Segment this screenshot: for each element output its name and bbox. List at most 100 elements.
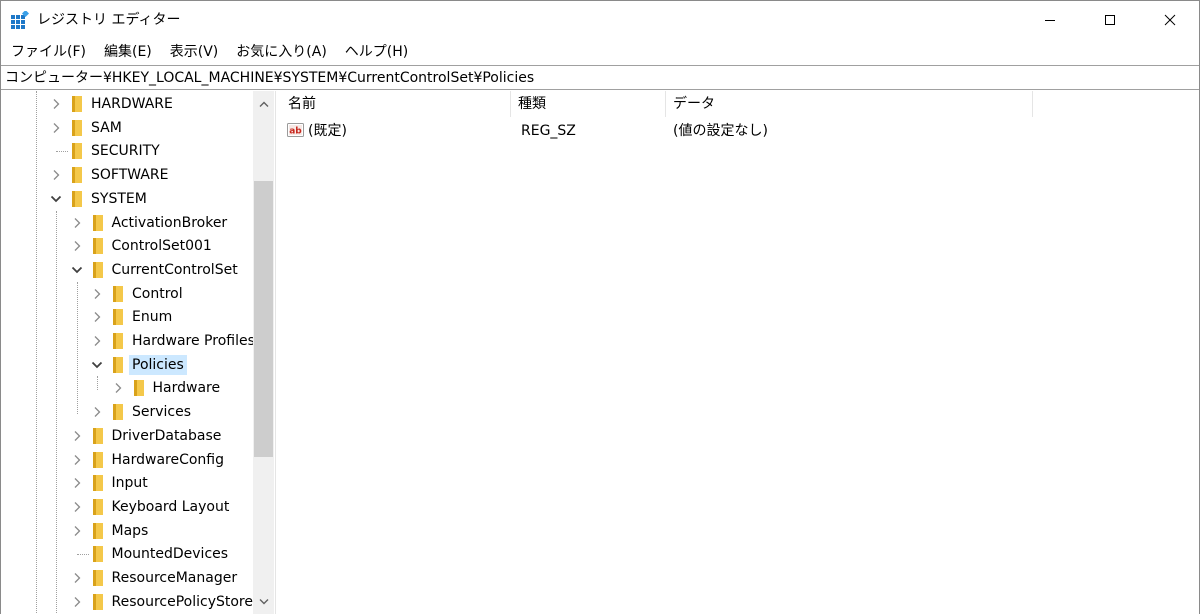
tree-item[interactable]: ActivationBroker (1, 211, 253, 235)
column-header-type[interactable]: 種類 (511, 91, 666, 117)
menu-bar: ファイル(F) 編集(E) 表示(V) お気に入り(A) ヘルプ(H) (1, 40, 1199, 64)
tree-item[interactable]: HardwareConfig (1, 448, 253, 472)
address-path[interactable]: コンピューター¥HKEY_LOCAL_MACHINE¥SYSTEM¥Curren… (5, 69, 534, 87)
menu-help[interactable]: ヘルプ(H) (336, 40, 417, 64)
tree-item[interactable]: Maps (1, 519, 253, 543)
folder-icon (113, 404, 123, 421)
tree-item-label: ResourceManager (111, 570, 238, 586)
folder-icon (113, 309, 123, 326)
tree-item-label: CurrentControlSet (111, 261, 238, 278)
chevron-down-icon[interactable] (90, 358, 104, 372)
tree-guide-line (56, 151, 68, 153)
chevron-right-icon[interactable] (90, 405, 104, 419)
tree-item[interactable]: Enum (1, 305, 253, 329)
folder-icon (72, 96, 82, 112)
tree-item[interactable]: SOFTWARE (1, 163, 253, 187)
menu-edit[interactable]: 編集(E) (95, 40, 161, 64)
chevron-right-icon[interactable] (49, 97, 63, 111)
chevron-right-icon[interactable] (70, 239, 84, 253)
chevron-right-icon[interactable] (90, 287, 104, 301)
folder-icon (92, 238, 103, 255)
chevron-down-icon[interactable] (70, 263, 84, 277)
title-bar[interactable]: レジストリ エディター (1, 1, 1199, 39)
tree-item[interactable]: SAM (1, 116, 253, 140)
maximize-button[interactable] (1087, 1, 1133, 39)
folder-icon (92, 522, 103, 539)
chevron-right-icon[interactable] (111, 381, 125, 395)
tree-scrollbar[interactable] (253, 91, 274, 614)
tree-item[interactable]: ResourceManager (1, 566, 253, 590)
chevron-right-icon[interactable] (49, 121, 63, 135)
value-name: (既定) (308, 123, 347, 139)
menu-view[interactable]: 表示(V) (161, 40, 228, 64)
registry-editor-window: レジストリ エディター ファイル(F) 編集(E) 表示(V) お気に入り(A)… (0, 0, 1200, 614)
value-type: REG_SZ (521, 123, 576, 139)
close-button[interactable] (1147, 1, 1193, 39)
menu-file[interactable]: ファイル(F) (1, 40, 95, 64)
tree-item-label: Hardware Profiles (132, 333, 255, 349)
chevron-right-icon[interactable] (70, 429, 84, 443)
chevron-up-icon (259, 101, 268, 107)
tree-item[interactable]: ResourcePolicyStore (1, 590, 253, 614)
tree-item-label: Services (132, 404, 192, 421)
folder-icon (113, 356, 123, 373)
minimize-button[interactable] (1027, 1, 1073, 39)
chevron-right-icon[interactable] (70, 595, 84, 609)
tree-item-label: ActivationBroker (111, 214, 228, 231)
chevron-right-icon[interactable] (90, 310, 104, 324)
folder-icon (92, 570, 103, 586)
ab-string-icon: ab (287, 123, 304, 137)
tree-item-label: DriverDatabase (111, 427, 222, 444)
folder-icon (92, 546, 103, 563)
maximize-icon (1105, 15, 1115, 25)
tree-item[interactable]: Input (1, 471, 253, 495)
minimize-icon (1045, 20, 1055, 21)
column-header-data[interactable]: データ (666, 91, 1033, 117)
tree-item[interactable]: ControlSet001 (1, 234, 253, 258)
chevron-down-icon[interactable] (49, 192, 63, 206)
scroll-up-button[interactable] (253, 91, 274, 117)
tree-item[interactable]: Keyboard Layout (1, 495, 253, 519)
chevron-right-icon[interactable] (70, 453, 84, 467)
tree-item[interactable]: SYSTEM (1, 187, 253, 211)
tree-item-label: Keyboard Layout (111, 498, 230, 515)
tree-item-label: SYSTEM (91, 190, 147, 207)
value-data: (値の設定なし) (673, 123, 768, 139)
chevron-right-icon[interactable] (70, 524, 84, 538)
chevron-right-icon[interactable] (70, 571, 84, 585)
folder-icon (113, 333, 123, 349)
tree-item-label: MountedDevices (111, 546, 229, 563)
tree-item[interactable]: Policies (1, 353, 253, 377)
chevron-down-icon (259, 599, 268, 605)
tree-item[interactable]: Control (1, 282, 253, 306)
tree-item[interactable]: DriverDatabase (1, 424, 253, 448)
chevron-right-icon[interactable] (70, 476, 84, 490)
tree-item[interactable]: MountedDevices (1, 542, 253, 566)
chevron-right-icon[interactable] (70, 500, 84, 514)
list-row[interactable]: ab (既定) REG_SZ (値の設定なし) (281, 119, 1199, 143)
tree-item-label: ControlSet001 (111, 238, 212, 255)
tree-item-label: Enum (132, 309, 173, 326)
tree-item[interactable]: Hardware (1, 376, 253, 400)
folder-icon (92, 475, 103, 492)
tree-item[interactable]: HARDWARE (1, 92, 253, 116)
list-header: 名前 種類 データ (281, 91, 1199, 117)
tree-item[interactable]: Hardware Profiles (1, 329, 255, 353)
scroll-down-button[interactable] (253, 589, 274, 614)
chevron-right-icon[interactable] (70, 216, 84, 230)
chevron-right-icon[interactable] (49, 168, 63, 182)
scroll-thumb[interactable] (254, 181, 273, 457)
tree-item[interactable]: CurrentControlSet (1, 258, 253, 282)
menu-favorites[interactable]: お気に入り(A) (227, 40, 336, 64)
address-bar[interactable]: コンピューター¥HKEY_LOCAL_MACHINE¥SYSTEM¥Curren… (1, 65, 1199, 90)
tree-item[interactable]: Services (1, 400, 253, 424)
tree-item[interactable]: SECURITY (1, 139, 253, 163)
column-header-name[interactable]: 名前 (281, 91, 511, 117)
folder-icon (92, 593, 103, 610)
folder-icon (72, 167, 82, 184)
tree-guide-line (76, 554, 89, 556)
chevron-right-icon[interactable] (90, 334, 104, 348)
tree-item-label: Hardware (152, 380, 221, 397)
tree-item-label: HardwareConfig (111, 451, 225, 468)
registry-editor-icon (11, 11, 29, 29)
